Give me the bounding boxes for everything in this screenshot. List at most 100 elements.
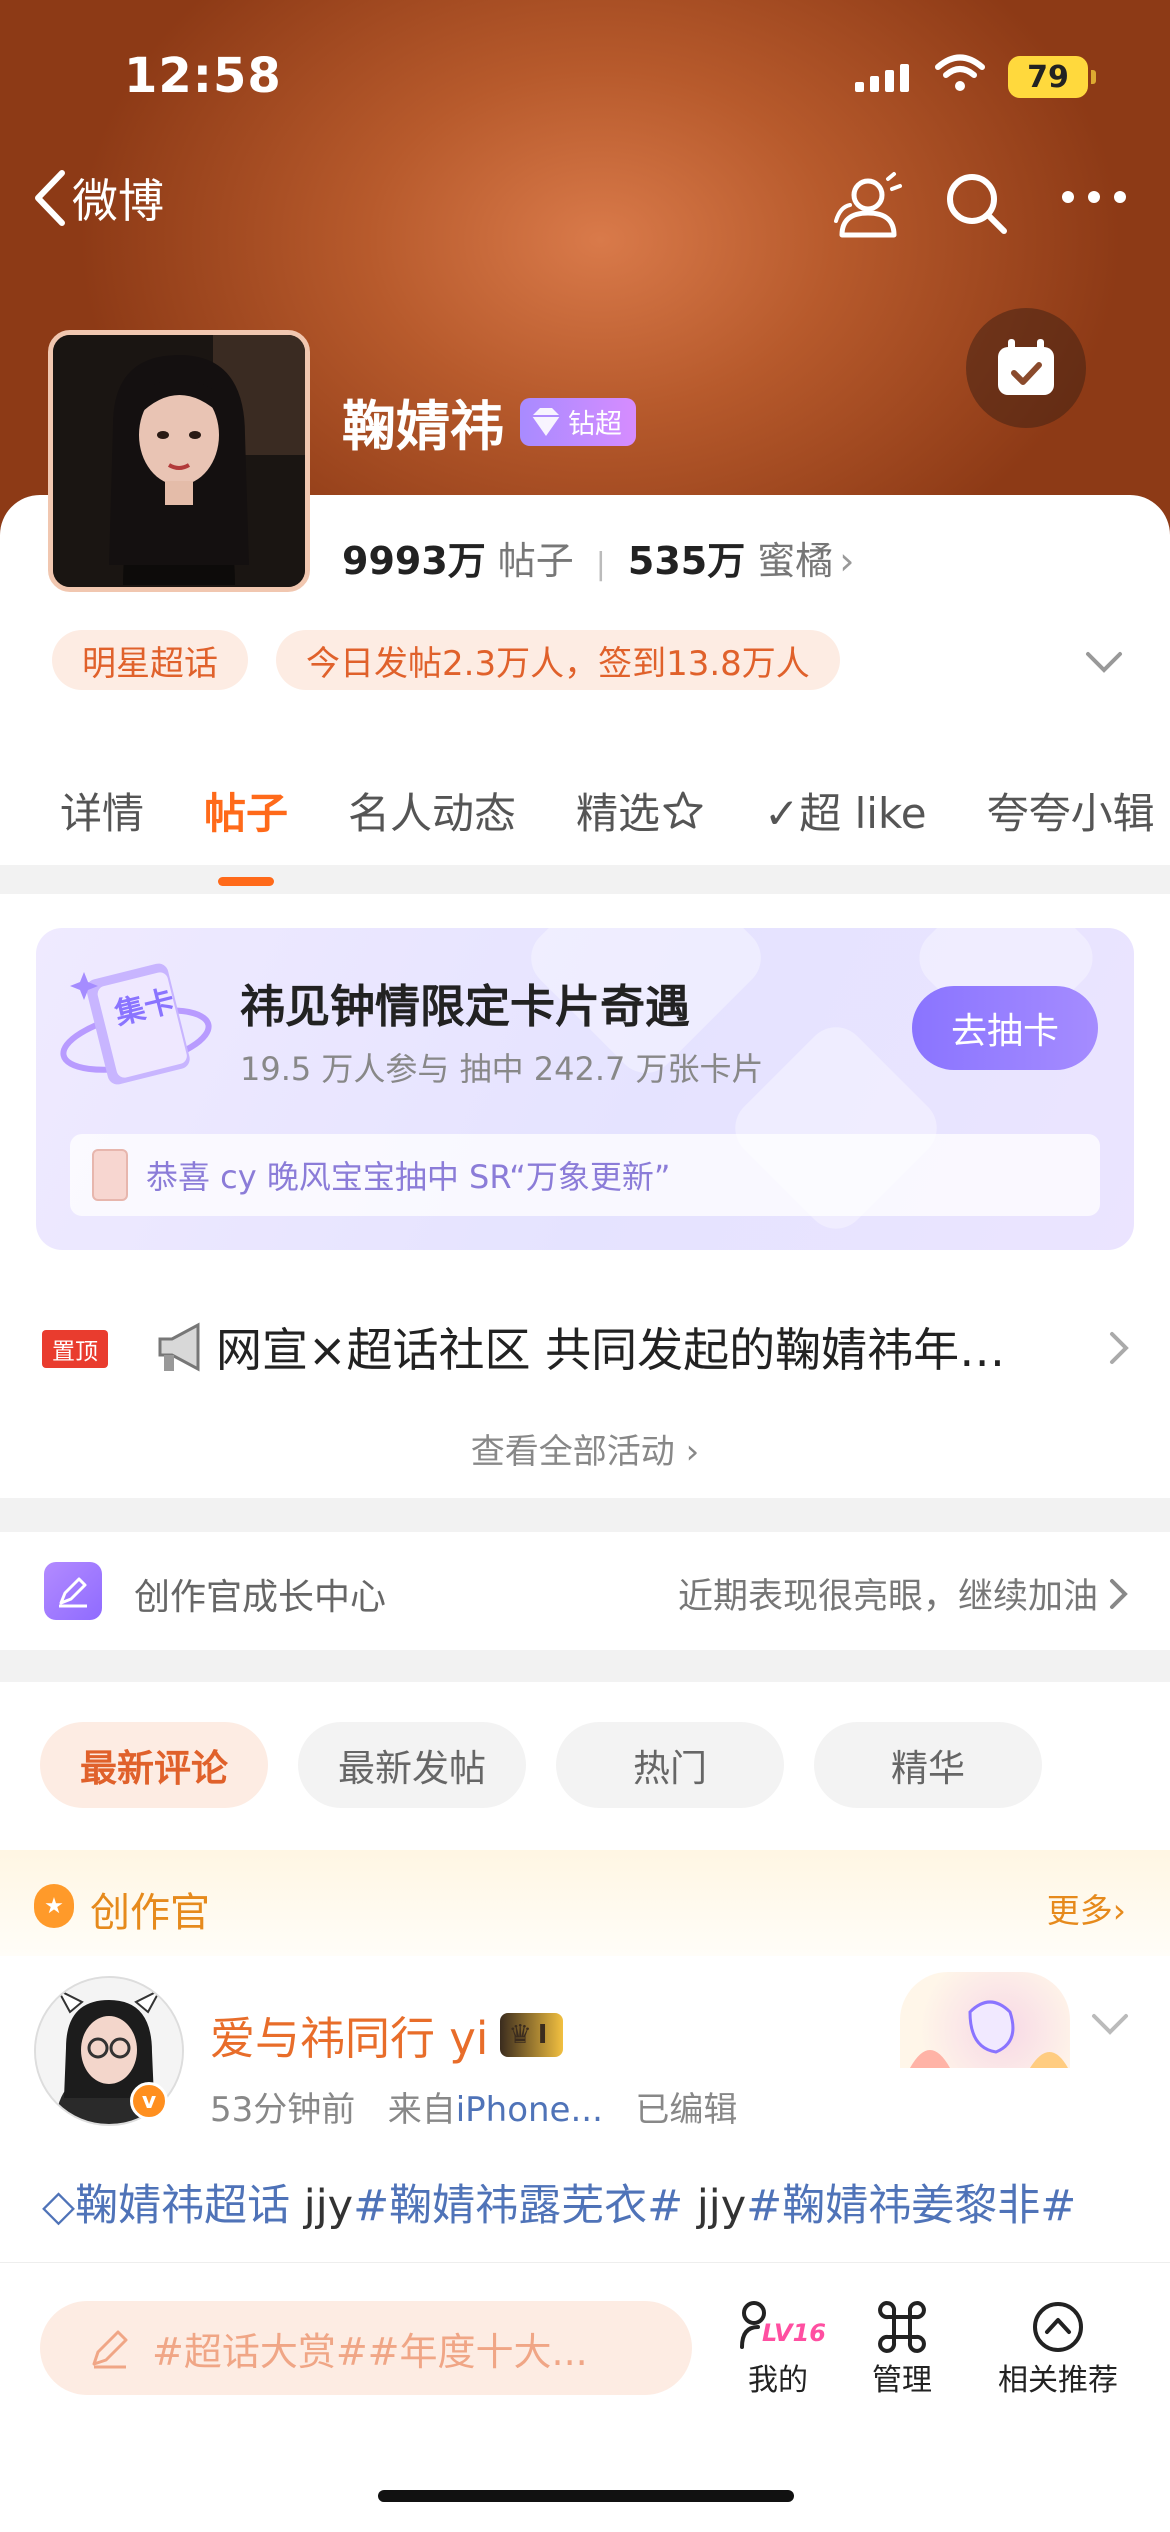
promo-news-ticker: 恭喜 cy 晚风宝宝抽中 SR“万象更新” bbox=[70, 1134, 1100, 1216]
topic-link[interactable]: ◇鞠婧祎超话 bbox=[42, 2181, 290, 2231]
tab-featured[interactable]: 精选 bbox=[576, 780, 704, 841]
tab-posts[interactable]: 帖子 bbox=[204, 780, 288, 841]
pinned-badge: 置顶 bbox=[42, 1330, 108, 1368]
post-author-name: 爱与祎同行 yi bbox=[210, 2012, 489, 2065]
tag-activity: 今日发帖2.3万人，签到13.8万人 bbox=[276, 630, 840, 690]
promo-news-text: 恭喜 cy 晚风宝宝抽中 SR“万象更新” bbox=[146, 1158, 671, 1196]
search-icon[interactable] bbox=[944, 171, 1010, 237]
posts-count: 9993万 bbox=[342, 539, 486, 583]
card-thumbnail bbox=[92, 1149, 128, 1201]
chevron-left-icon bbox=[35, 170, 65, 226]
post-text: jjy bbox=[683, 2181, 747, 2231]
chevron-right-icon bbox=[1110, 1578, 1128, 1609]
people-icon[interactable] bbox=[832, 171, 904, 241]
pinned-text-wrap: 网宣×超话社区 共同发起的鞠婧祎年… bbox=[154, 1314, 1005, 1380]
post-time: 53分钟前 bbox=[210, 2090, 356, 2130]
post-body: ◇鞠婧祎超话 jjy#鞠婧祎露芜衣# jjy#鞠婧祎姜黎非# bbox=[42, 2170, 1142, 2242]
verified-badge: v bbox=[130, 2082, 168, 2120]
diamond-icon bbox=[532, 407, 560, 436]
filter-latest-comments[interactable]: 最新评论 bbox=[40, 1722, 268, 1808]
user-level-icon: LV16 bbox=[738, 2299, 826, 2355]
profile-tags: 明星超话 今日发帖2.3万人，签到13.8万人 bbox=[52, 630, 840, 690]
megaphone-icon bbox=[158, 1322, 200, 1372]
chevron-down-icon[interactable] bbox=[1090, 2012, 1130, 2036]
view-all-activities-link[interactable]: 查看全部活动 › bbox=[0, 1424, 1170, 1473]
post-source[interactable]: iPhone... bbox=[456, 2090, 603, 2130]
chevron-right-icon: › bbox=[839, 539, 855, 583]
avatar[interactable] bbox=[48, 330, 310, 592]
filter-essence[interactable]: 精华 bbox=[814, 1722, 1042, 1808]
hashtag-link[interactable]: #鞠婧祎姜黎非# bbox=[746, 2181, 1076, 2231]
bottom-tab-related[interactable]: 相关推荐 bbox=[998, 2299, 1118, 2399]
wifi-icon bbox=[935, 54, 985, 91]
creator-section-title: 创作官 bbox=[90, 1890, 210, 1936]
medal-icon: ★ bbox=[34, 1884, 74, 1928]
profile-stats: 9993万 帖子 | 535万 蜜橘 › bbox=[342, 530, 854, 585]
back-label: 微博 bbox=[72, 174, 164, 228]
pinned-text: 网宣×超话社区 共同发起的鞠婧祎年… bbox=[216, 1323, 1006, 1377]
fans-count: 535万 bbox=[627, 539, 746, 583]
fans-stat[interactable]: 535万 蜜橘 › bbox=[628, 530, 855, 585]
battery-level: 79 bbox=[1027, 59, 1069, 95]
post-source-prefix: 来自 bbox=[387, 2090, 456, 2130]
avatar-photo bbox=[53, 335, 305, 587]
topic-link-label: 鞠婧祎超话 bbox=[75, 2181, 291, 2231]
filter-latest-posts[interactable]: 最新发帖 bbox=[298, 1722, 526, 1808]
status-bar: 12:58 79 bbox=[0, 40, 1170, 110]
profile-title: 鞠婧祎 钻超 bbox=[342, 382, 636, 461]
home-indicator[interactable] bbox=[378, 2490, 794, 2502]
chevron-down-icon[interactable] bbox=[1084, 650, 1124, 674]
tab-super-like[interactable]: ✓超 like bbox=[764, 780, 927, 841]
page-title: 鞠婧祎 bbox=[342, 395, 504, 458]
bottom-tab-related-label: 相关推荐 bbox=[998, 2363, 1118, 2398]
pencil-icon bbox=[92, 2330, 128, 2369]
fans-label: 蜜橘 bbox=[757, 539, 834, 583]
calendar-check-icon bbox=[998, 339, 1054, 395]
tab-celebrity-updates[interactable]: 名人动态 bbox=[348, 780, 516, 841]
post-text: jjy bbox=[290, 2181, 354, 2231]
bottom-tab-mine[interactable]: LV16 我的 bbox=[738, 2299, 826, 2399]
vip-badge[interactable]: 钻超 bbox=[520, 397, 636, 446]
bottom-tab-manage-label: 管理 bbox=[872, 2363, 932, 2398]
command-icon bbox=[878, 2301, 926, 2353]
vip-badge-label: 钻超 bbox=[568, 409, 622, 440]
feed-filters: 最新评论 最新发帖 热门 精华 bbox=[40, 1722, 1042, 1808]
creator-center-row[interactable]: 创作官成长中心 近期表现很亮眼，继续加油 bbox=[0, 1532, 1170, 1650]
creator-more-link[interactable]: 更多› bbox=[1047, 1884, 1126, 1932]
more-icon[interactable] bbox=[1058, 187, 1130, 207]
pen-icon bbox=[44, 1562, 102, 1620]
tab-praise[interactable]: 夸夸小辑 bbox=[987, 780, 1155, 841]
compose-placeholder: #超话大赏##年度十大... bbox=[152, 2329, 588, 2374]
chevron-right-icon bbox=[1110, 1332, 1129, 1364]
bottom-tab-manage[interactable]: 管理 bbox=[872, 2299, 932, 2399]
posts-label: 帖子 bbox=[497, 539, 574, 583]
creator-center-status: 近期表现很亮眼，继续加油 bbox=[678, 1568, 1130, 1619]
nav-bar: 微博 bbox=[0, 165, 1170, 245]
feed-section: 最新评论 最新发帖 热门 精华 ★ 创作官 更多› v 爱与祎同行 yi ♛ I … bbox=[0, 1682, 1170, 2262]
tab-details[interactable]: 详情 bbox=[60, 780, 144, 841]
card-collect-banner[interactable]: 集卡 祎见钟情限定卡片奇遇 19.5 万人参与 抽中 242.7 万张卡片 去抽… bbox=[36, 928, 1134, 1250]
level-badge: ♛ I bbox=[500, 2012, 564, 2057]
cellular-signal-icon bbox=[855, 62, 909, 92]
post-author[interactable]: 爱与祎同行 yi ♛ I bbox=[210, 2002, 564, 2067]
creator-section-header: ★ 创作官 更多› bbox=[0, 1850, 1170, 1956]
post-meta: 53分钟前 来自iPhone... 已编辑 bbox=[210, 2082, 737, 2131]
tag-category[interactable]: 明星超话 bbox=[52, 630, 248, 690]
tab-bar: 详情 帖子 名人动态 精选 ✓超 like 夸夸小辑 bbox=[0, 760, 1170, 860]
post-decoration bbox=[900, 1972, 1070, 2068]
draw-card-button[interactable]: 去抽卡 bbox=[912, 986, 1098, 1070]
promo-subtitle: 19.5 万人参与 抽中 242.7 万张卡片 bbox=[240, 1050, 764, 1088]
card-collect-icon: 集卡 bbox=[60, 963, 212, 1085]
filter-hot[interactable]: 热门 bbox=[556, 1722, 784, 1808]
status-time: 12:58 bbox=[124, 48, 282, 104]
checkin-button[interactable] bbox=[966, 308, 1086, 428]
back-button[interactable]: 微博 bbox=[32, 165, 164, 231]
star-icon bbox=[663, 791, 703, 829]
pinned-post[interactable]: 置顶 网宣×超话社区 共同发起的鞠婧祎年… bbox=[0, 1294, 1170, 1394]
activity-section: 集卡 祎见钟情限定卡片奇遇 19.5 万人参与 抽中 242.7 万张卡片 去抽… bbox=[0, 894, 1170, 1498]
circle-up-icon bbox=[1033, 2302, 1083, 2352]
compose-input[interactable]: #超话大赏##年度十大... bbox=[40, 2301, 692, 2395]
promo-title: 祎见钟情限定卡片奇遇 bbox=[240, 980, 691, 1033]
hashtag-link[interactable]: #鞠婧祎露芜衣# bbox=[353, 2181, 683, 2231]
crown-icon: ♛ bbox=[508, 2019, 532, 2050]
